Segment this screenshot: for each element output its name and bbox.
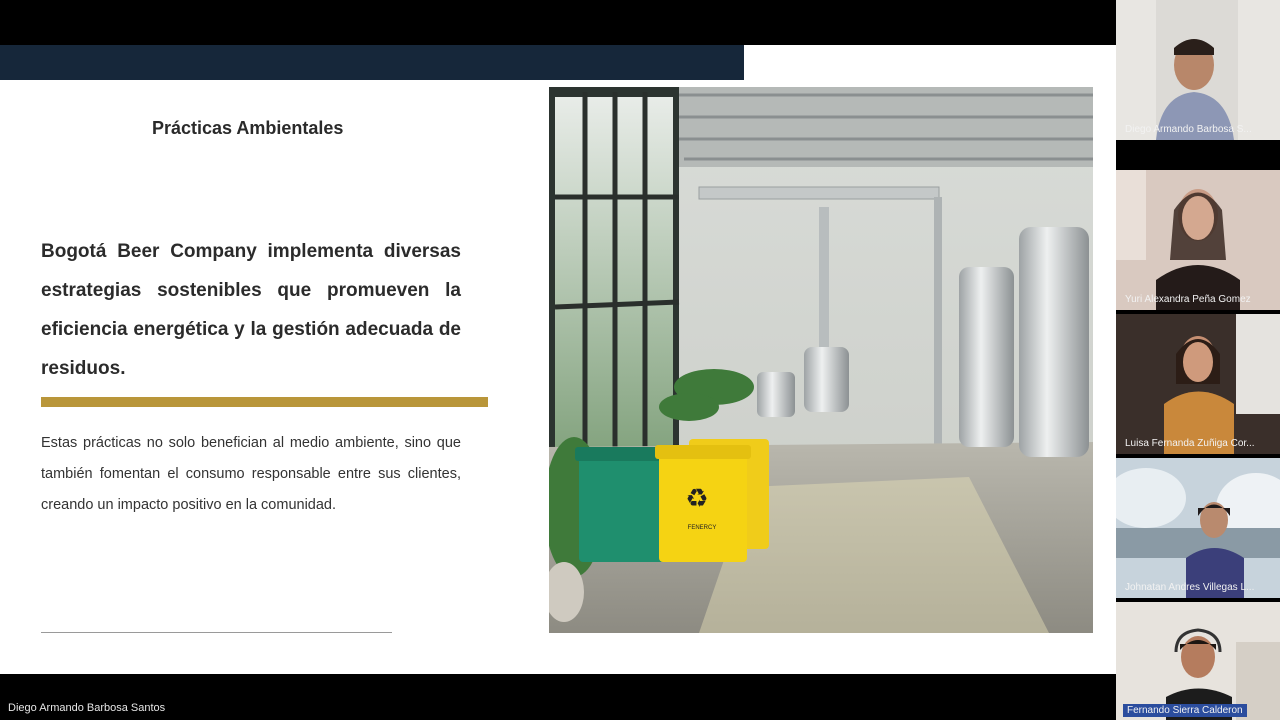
participant-video-2 — [1116, 170, 1280, 310]
accent-bar — [41, 397, 488, 407]
participant-video-4 — [1116, 458, 1280, 598]
slide-title: Prácticas Ambientales — [152, 118, 344, 138]
svg-text:♻: ♻ — [685, 484, 708, 514]
participant-name: Diego Armando Barbosa S... — [1125, 124, 1252, 135]
participant-name: Yuri Alexandra Peña Gomez — [1125, 294, 1251, 305]
participant-tile-4[interactable]: Johnatan Andres Villegas L... — [1116, 458, 1280, 598]
bin-label: FENERCY — [688, 525, 717, 531]
participant-tile-3[interactable]: Luisa Fernanda Zuñiga Cor... — [1116, 314, 1280, 454]
presentation-slide: Prácticas Ambientales Bogotá Beer Compan… — [0, 45, 1116, 674]
slide-body-text: Estas prácticas no solo benefician al me… — [41, 435, 461, 513]
participant-name: Fernando Sierra Calderon — [1123, 704, 1247, 717]
slide-header-bar — [0, 45, 744, 80]
participant-tile-5[interactable]: Fernando Sierra Calderon — [1116, 602, 1280, 720]
participant-tile-2[interactable]: Yuri Alexandra Peña Gomez — [1116, 170, 1280, 310]
participant-video-5 — [1116, 602, 1280, 720]
participant-name: Luisa Fernanda Zuñiga Cor... — [1125, 438, 1255, 449]
participant-tile-1[interactable]: Diego Armando Barbosa S... — [1116, 0, 1280, 140]
presenter-name: Diego Armando Barbosa Santos — [8, 702, 166, 714]
participant-video-1 — [1116, 0, 1280, 140]
slide-lead-text: Bogotá Beer Company implementa diversas … — [41, 241, 461, 379]
participant-name: Johnatan Andres Villegas L... — [1125, 582, 1255, 593]
brewery-photo: ♻ FENERCY — [549, 87, 1093, 633]
divider-line — [41, 632, 392, 633]
participant-video-3 — [1116, 314, 1280, 454]
